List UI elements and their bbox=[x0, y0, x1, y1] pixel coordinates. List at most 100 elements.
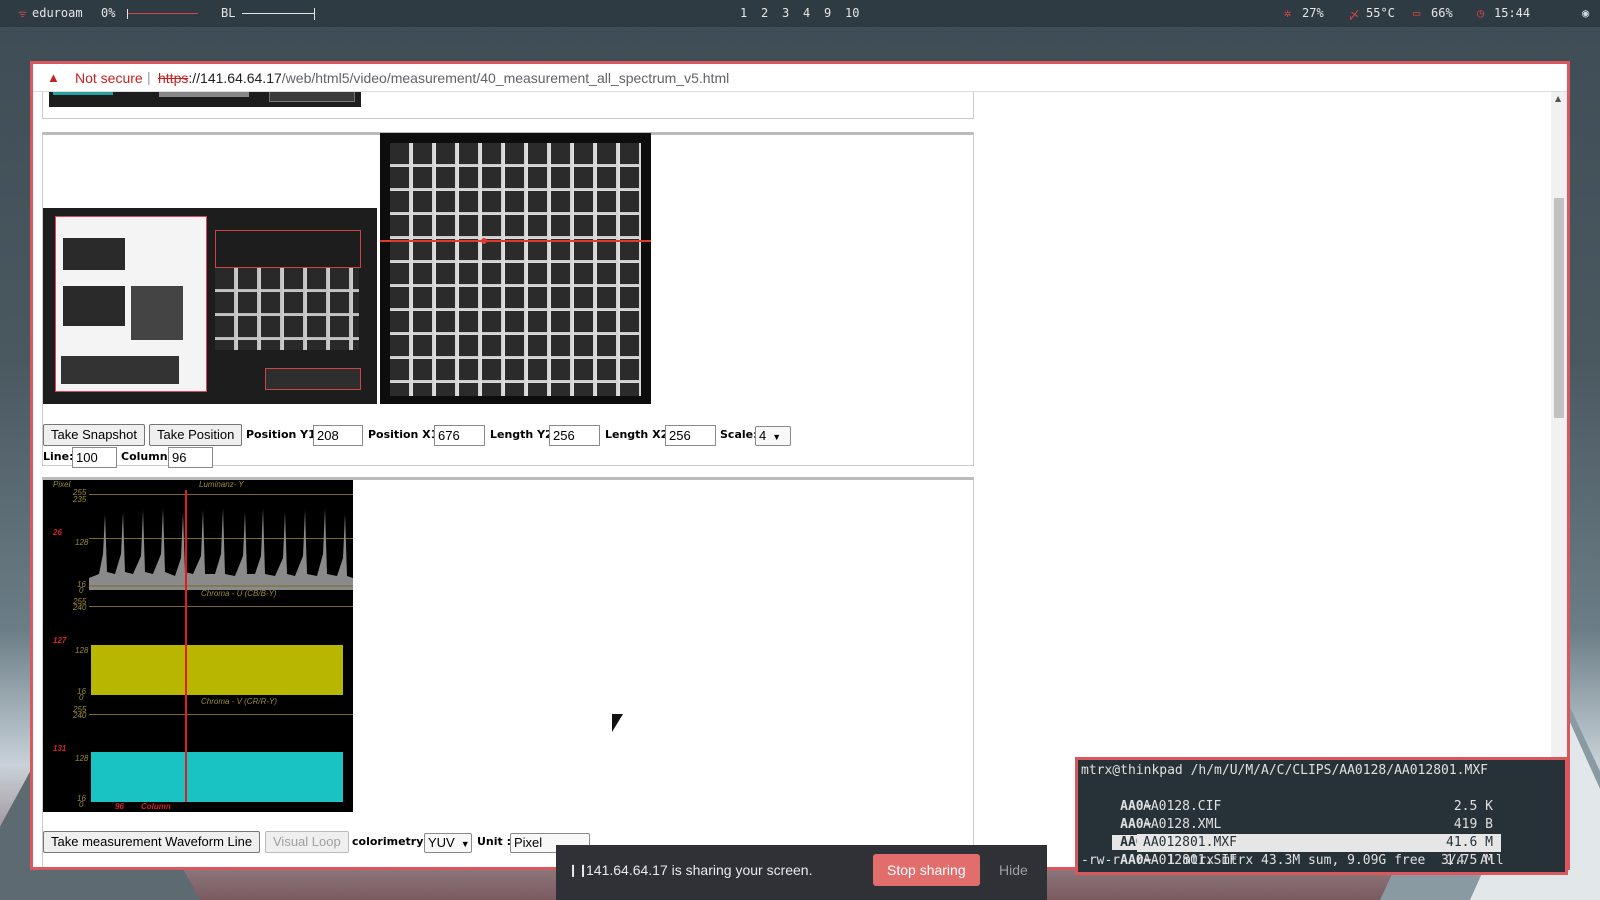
stop-sharing-button[interactable]: Stop sharing bbox=[873, 854, 980, 886]
workspace-1[interactable]: 1 bbox=[740, 6, 747, 20]
scale-label: Scale: bbox=[720, 428, 758, 441]
length-x2-label: Length X2: bbox=[605, 428, 673, 441]
terminal-status-line: -rw-r--r-- 1 mtrx mtrx 43.3M sum, 9.09G … bbox=[1081, 853, 1504, 868]
position-x1-label: Position X1: bbox=[368, 428, 443, 441]
previous-snapshot-panel bbox=[42, 92, 974, 119]
screen-snapshot-image[interactable] bbox=[43, 208, 377, 404]
cb-waveform bbox=[91, 645, 343, 695]
mouse-cursor-icon bbox=[612, 714, 623, 732]
zoom-preview-image[interactable] bbox=[380, 133, 651, 404]
pixel-axis-label: Pixel bbox=[53, 480, 71, 489]
colorimetry-label: colorimetry : bbox=[352, 835, 432, 848]
length-y2-input[interactable]: 256 bbox=[549, 425, 600, 446]
volume-level: 0% bbox=[101, 6, 116, 20]
cr-title: Chroma - V (CR/R-Y) bbox=[201, 697, 278, 706]
hide-button[interactable]: Hide bbox=[999, 862, 1028, 878]
cb-tick-128: 128 bbox=[75, 646, 89, 655]
browser-window: ▲ Not secure | https://141.64.64.17/web/… bbox=[30, 61, 1570, 870]
discord-icon[interactable]: ◉ bbox=[1582, 6, 1589, 20]
terminal-path: mtrx@thinkpad /h/m/U/M/A/C/CLIPS/AA0128/… bbox=[1081, 763, 1488, 778]
measurement-line bbox=[380, 240, 651, 242]
column-input[interactable]: 96 bbox=[168, 447, 213, 468]
length-x2-input[interactable]: 256 bbox=[665, 425, 716, 446]
luma-tick-0: 0 bbox=[79, 586, 84, 595]
battery-level: 66% bbox=[1431, 6, 1453, 20]
line-input[interactable]: 100 bbox=[72, 447, 117, 468]
luma-marker-value: 26 bbox=[53, 528, 62, 537]
clock-icon: ◷ bbox=[1477, 6, 1485, 20]
chevron-down-icon: ▼ bbox=[460, 839, 470, 849]
workspace-2[interactable]: 2 bbox=[761, 6, 768, 20]
url-path: /web/html5/video/measurement/40_measurem… bbox=[281, 70, 730, 86]
waveform-scope: Pixel Luminanz- Y 255 235 26 128 16 0 Ch… bbox=[43, 480, 353, 812]
address-bar[interactable]: ▲ Not secure | https://141.64.64.17/web/… bbox=[33, 64, 1567, 92]
take-waveform-button[interactable]: Take measurement Waveform Line bbox=[43, 831, 261, 853]
url-host: ://141.64.64.17 bbox=[188, 70, 282, 86]
luma-tick-235: 235 bbox=[73, 495, 87, 504]
address-separator: | bbox=[147, 69, 151, 85]
snapshot-panel: Take Snapshot Take Position Position Y1:… bbox=[42, 132, 974, 468]
security-status[interactable]: Not secure bbox=[75, 70, 143, 86]
cb-gridline-240 bbox=[89, 606, 353, 607]
battery-icon: ▭ bbox=[1413, 6, 1421, 20]
url-text[interactable]: https://141.64.64.17/web/html5/video/mea… bbox=[158, 70, 729, 86]
file-row-selected[interactable]: AA0~ AA012801.MXF 41.6 M bbox=[1081, 816, 1501, 852]
share-message: 141.64.64.17 is sharing your screen. bbox=[586, 862, 813, 878]
position-y1-label: Position Y1: bbox=[246, 428, 321, 441]
visual-loop-button[interactable]: Visual Loop bbox=[265, 831, 349, 853]
cb-marker-value: 127 bbox=[53, 636, 67, 645]
backlight-label: BL bbox=[221, 6, 236, 20]
cb-title: Chroma - U (CB/B-Y) bbox=[201, 589, 277, 598]
terminal-file-manager[interactable]: mtrx@thinkpad /h/m/U/M/A/C/CLIPS/AA0128/… bbox=[1075, 757, 1568, 875]
measurement-point bbox=[481, 238, 487, 244]
cpu-usage: 27% bbox=[1302, 6, 1324, 20]
scale-select[interactable]: 4 ▼ bbox=[755, 426, 791, 446]
luma-title: Luminanz- Y bbox=[199, 480, 244, 489]
warning-icon: ▲ bbox=[47, 70, 60, 85]
page-viewport: Take Snapshot Take Position Position Y1:… bbox=[33, 92, 1567, 867]
cr-tick-0: 0 bbox=[79, 800, 84, 809]
file-row[interactable]: AA0~ AA0128.XML 419 B bbox=[1081, 798, 1501, 832]
scroll-thumb[interactable] bbox=[1554, 198, 1564, 418]
unit-label: Unit : bbox=[477, 835, 512, 848]
screen-share-bar: ❙❙ 141.64.64.17 is sharing your screen. … bbox=[556, 845, 1047, 900]
volume-slider[interactable] bbox=[127, 6, 198, 20]
workspace-10[interactable]: 10 bbox=[845, 6, 859, 20]
cpu-icon: ✲ bbox=[1284, 6, 1292, 20]
waveform-panel: Pixel Luminanz- Y 255 235 26 128 16 0 Ch… bbox=[42, 477, 974, 867]
scroll-up-icon[interactable]: ▲ bbox=[1555, 94, 1561, 103]
column-axis-label: Column bbox=[141, 802, 171, 811]
colorimetry-value: YUV bbox=[428, 835, 455, 850]
previous-snapshot-image bbox=[49, 92, 361, 107]
take-position-button[interactable]: Take Position bbox=[149, 424, 243, 446]
position-x1-input[interactable]: 676 bbox=[434, 425, 485, 446]
cb-tick-0: 0 bbox=[79, 693, 84, 702]
chevron-down-icon: ▼ bbox=[772, 432, 782, 442]
workspace-3[interactable]: 3 bbox=[782, 6, 789, 20]
backlight-slider[interactable] bbox=[242, 6, 315, 20]
file-row[interactable]: AA0~ AA012801.SIF 1.75 M bbox=[1081, 834, 1501, 868]
cr-tick-240: 240 bbox=[73, 711, 87, 720]
unit-value: Pixel bbox=[514, 835, 543, 850]
scale-value: 4 bbox=[759, 428, 767, 443]
position-y1-input[interactable]: 208 bbox=[313, 425, 363, 446]
cr-waveform bbox=[91, 752, 343, 802]
cb-tick-240: 240 bbox=[73, 603, 87, 612]
luma-waveform bbox=[89, 508, 353, 590]
status-bar: ᯤ eduroam 0% BL 1 2 3 4 9 10 ✲ 27% 〆 55°… bbox=[0, 0, 1600, 27]
temperature-icon: 〆 bbox=[1348, 8, 1361, 22]
wifi-icon: ᯤ bbox=[18, 9, 28, 20]
clock: 15:44 bbox=[1494, 6, 1531, 20]
workspace-4[interactable]: 4 bbox=[803, 6, 810, 20]
length-y2-label: Length Y2: bbox=[490, 428, 558, 441]
take-snapshot-button[interactable]: Take Snapshot bbox=[43, 424, 146, 446]
line-label: Line: bbox=[43, 450, 74, 463]
file-row[interactable]: AA0~ AA0128.CIF 2.5 K bbox=[1081, 780, 1501, 814]
workspace-9[interactable]: 9 bbox=[824, 6, 831, 20]
luma-tick-128: 128 bbox=[75, 538, 89, 547]
page-scrollbar[interactable]: ▲ bbox=[1551, 92, 1567, 867]
cr-marker-value: 131 bbox=[53, 744, 67, 753]
column-cursor-line bbox=[185, 490, 187, 802]
wifi-network: eduroam bbox=[32, 6, 83, 20]
colorimetry-select[interactable]: YUV ▼ bbox=[424, 833, 472, 853]
